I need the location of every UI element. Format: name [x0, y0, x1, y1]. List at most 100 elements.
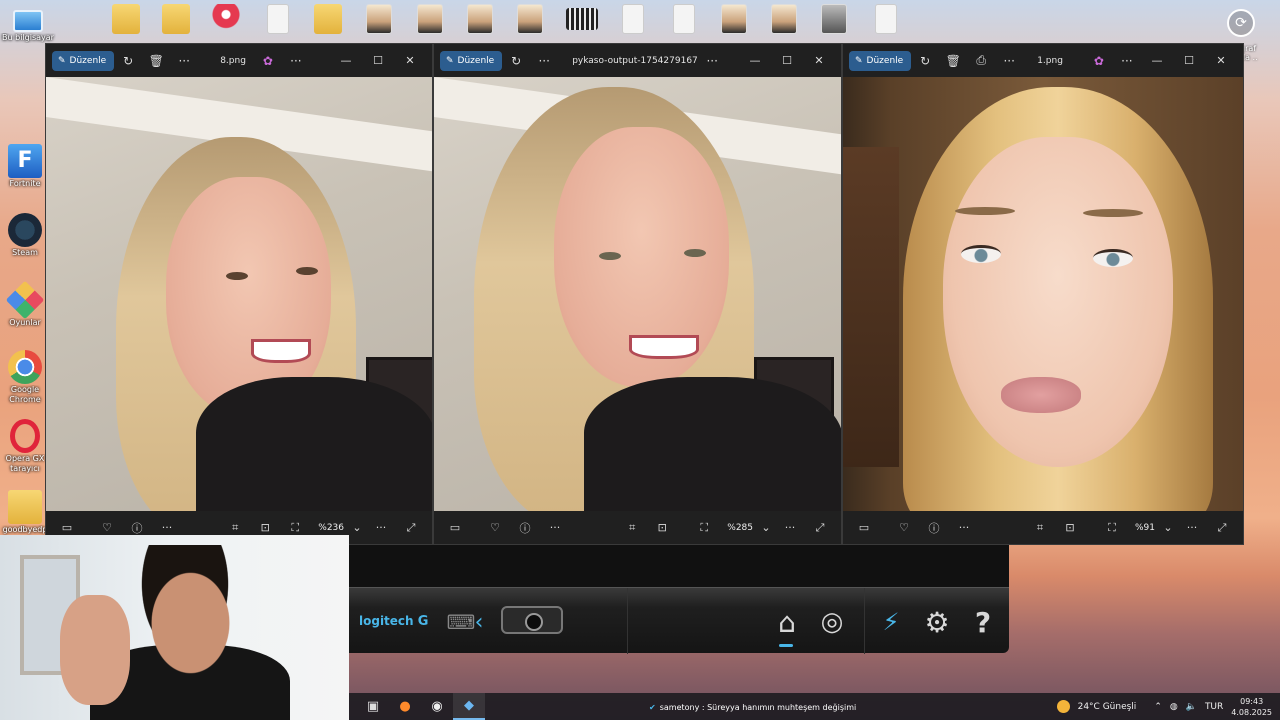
logitech-g-hub-icon[interactable]: ⚡ [871, 602, 911, 642]
photo-view[interactable] [434, 77, 841, 511]
edit-button[interactable]: ✎ Düzenle [849, 50, 912, 71]
photo-view[interactable] [46, 77, 432, 511]
fit-icon[interactable]: ⛶ [1097, 517, 1127, 539]
minimize-button[interactable]: — [330, 50, 362, 72]
desktop-icon-photo[interactable] [402, 0, 458, 34]
weather-text[interactable]: 24°C Güneşli [1078, 702, 1137, 712]
more-icon[interactable]: ··· [366, 517, 396, 539]
print-icon[interactable]: ⎙ [967, 50, 995, 72]
clock-date: 4.08.2025 [1231, 707, 1272, 717]
favorite-icon[interactable]: ♡ [480, 517, 510, 539]
more-icon[interactable]: ··· [530, 50, 558, 72]
close-button[interactable]: ✕ [1205, 50, 1237, 72]
desktop-icon-doc[interactable] [858, 0, 914, 34]
desktop-icon-doc[interactable] [656, 0, 712, 34]
chevron-down-icon[interactable]: ⌄ [757, 517, 775, 539]
photos-window-1[interactable]: ✎ Düzenle ↻ 🗑 ··· 8.png ✿ ··· — ☐ ✕ ▭ ♡ ⓘ… [45, 43, 433, 545]
filmstrip-icon[interactable]: ▭ [849, 517, 879, 539]
rotate-icon[interactable]: ↻ [502, 50, 530, 72]
copilot-icon[interactable]: ✿ [1085, 50, 1113, 72]
info-icon[interactable]: ⓘ [510, 517, 540, 539]
more-icon[interactable]: ··· [282, 50, 310, 72]
photos-app-icon[interactable]: ◆ [453, 693, 485, 720]
desktop-icon-photo[interactable] [452, 0, 508, 34]
chevron-left-icon[interactable]: ‹ [469, 602, 489, 642]
desktop-icon-this-pc[interactable]: Bu bilgisayar [0, 0, 56, 43]
webcam-device-icon[interactable] [501, 606, 563, 634]
edit-button[interactable]: ✎ Düzenle [52, 50, 115, 71]
zoom-level[interactable]: %91 [1127, 523, 1159, 533]
rotate-icon[interactable]: ↻ [114, 50, 142, 72]
zoom-level[interactable]: %236 [310, 523, 348, 533]
copilot-icon[interactable]: ✿ [254, 50, 282, 72]
people-icon[interactable]: ⌗ [617, 517, 647, 539]
desktop-icon-photo[interactable] [756, 0, 812, 34]
delete-icon[interactable]: 🗑 [939, 50, 967, 72]
desktop-icon-photo[interactable] [351, 0, 407, 34]
minimize-button[interactable]: — [739, 50, 771, 72]
more-icon[interactable]: ··· [995, 50, 1023, 72]
camera-settings-icon[interactable]: ◎ [812, 602, 852, 642]
edit-label: Düzenle [457, 55, 495, 66]
desktop-icon-doc[interactable] [250, 0, 306, 34]
more-icon[interactable]: ··· [949, 517, 979, 539]
desktop-icon-folder[interactable] [300, 0, 356, 34]
chevron-down-icon[interactable]: ⌄ [348, 517, 366, 539]
ocr-icon[interactable]: ⊡ [647, 517, 677, 539]
maximize-button[interactable]: ☐ [1173, 50, 1205, 72]
more-icon[interactable]: ··· [1113, 50, 1141, 72]
rotate-icon[interactable]: ↻ [911, 50, 939, 72]
fullscreen-icon[interactable]: ⤢ [396, 517, 426, 539]
more-icon[interactable]: ··· [698, 50, 726, 72]
photo-view[interactable] [843, 77, 1243, 511]
volume-icon[interactable]: 🔈 [1186, 702, 1197, 712]
people-icon[interactable]: ⌗ [1025, 517, 1055, 539]
steam-icon [8, 213, 42, 247]
maximize-button[interactable]: ☐ [771, 50, 803, 72]
zoom-level[interactable]: %285 [719, 523, 757, 533]
obs-icon[interactable]: ◉ [421, 693, 453, 720]
folder-icon [8, 490, 42, 524]
favorite-icon[interactable]: ♡ [889, 517, 919, 539]
photos-window-3[interactable]: ✎ Düzenle ↻ 🗑 ⎙ ··· 1.png ✿ ··· — ☐ ✕ ▭ ♡… [842, 43, 1244, 545]
more-icon[interactable]: ··· [170, 50, 198, 72]
filmstrip-icon[interactable]: ▭ [440, 517, 470, 539]
desktop-icon-folder[interactable] [98, 0, 154, 34]
desktop-icon-folder[interactable] [148, 0, 204, 34]
maximize-button[interactable]: ☐ [362, 50, 394, 72]
close-button[interactable]: ✕ [394, 50, 426, 72]
more-icon[interactable]: ··· [775, 517, 805, 539]
chevron-up-icon[interactable]: ⌃ [1154, 702, 1162, 712]
desktop-icon-photo[interactable] [502, 0, 558, 34]
help-icon[interactable]: ? [963, 602, 1003, 642]
more-icon[interactable]: ··· [1177, 517, 1207, 539]
desktop-icon-photo[interactable] [806, 0, 862, 34]
weather-sun-icon[interactable] [1056, 700, 1070, 713]
close-button[interactable]: ✕ [803, 50, 835, 72]
home-icon[interactable]: ⌂ [767, 602, 807, 642]
chat-notification[interactable]: ✔ sametony : Süreyya hanımın muhteşem de… [649, 700, 856, 714]
firefox-icon[interactable]: ● [389, 693, 421, 720]
fullscreen-icon[interactable]: ⤢ [805, 517, 835, 539]
fullscreen-icon[interactable]: ⤢ [1207, 517, 1237, 539]
chevron-down-icon[interactable]: ⌄ [1159, 517, 1177, 539]
desktop-icon-photo[interactable] [706, 0, 762, 34]
network-icon[interactable]: ◍ [1170, 702, 1178, 712]
ocr-icon[interactable]: ⊡ [1055, 517, 1085, 539]
minimize-button[interactable]: — [1141, 50, 1173, 72]
edit-button[interactable]: ✎ Düzenle [440, 50, 503, 71]
desktop-icon-video[interactable] [554, 0, 610, 30]
gear-icon[interactable]: ⚙ [917, 602, 957, 642]
desktop-icon-doc[interactable] [605, 0, 661, 34]
fit-icon[interactable]: ⛶ [689, 517, 719, 539]
delete-icon[interactable]: 🗑 [142, 50, 170, 72]
clock[interactable]: 09:43 4.08.2025 [1231, 696, 1272, 718]
settings-circle-icon[interactable]: ⟳ [1227, 9, 1255, 37]
taskbar-app-window[interactable]: ▣ [357, 693, 389, 720]
photos-window-2[interactable]: ✎Düzenle ↻ ··· pykaso-output-17542791671… [433, 43, 842, 545]
more-icon[interactable]: ··· [540, 517, 570, 539]
desktop-icon-app[interactable] [198, 0, 254, 34]
language-indicator[interactable]: TUR [1205, 702, 1223, 712]
info-icon[interactable]: ⓘ [919, 517, 949, 539]
image-thumbnail-icon [771, 4, 797, 34]
